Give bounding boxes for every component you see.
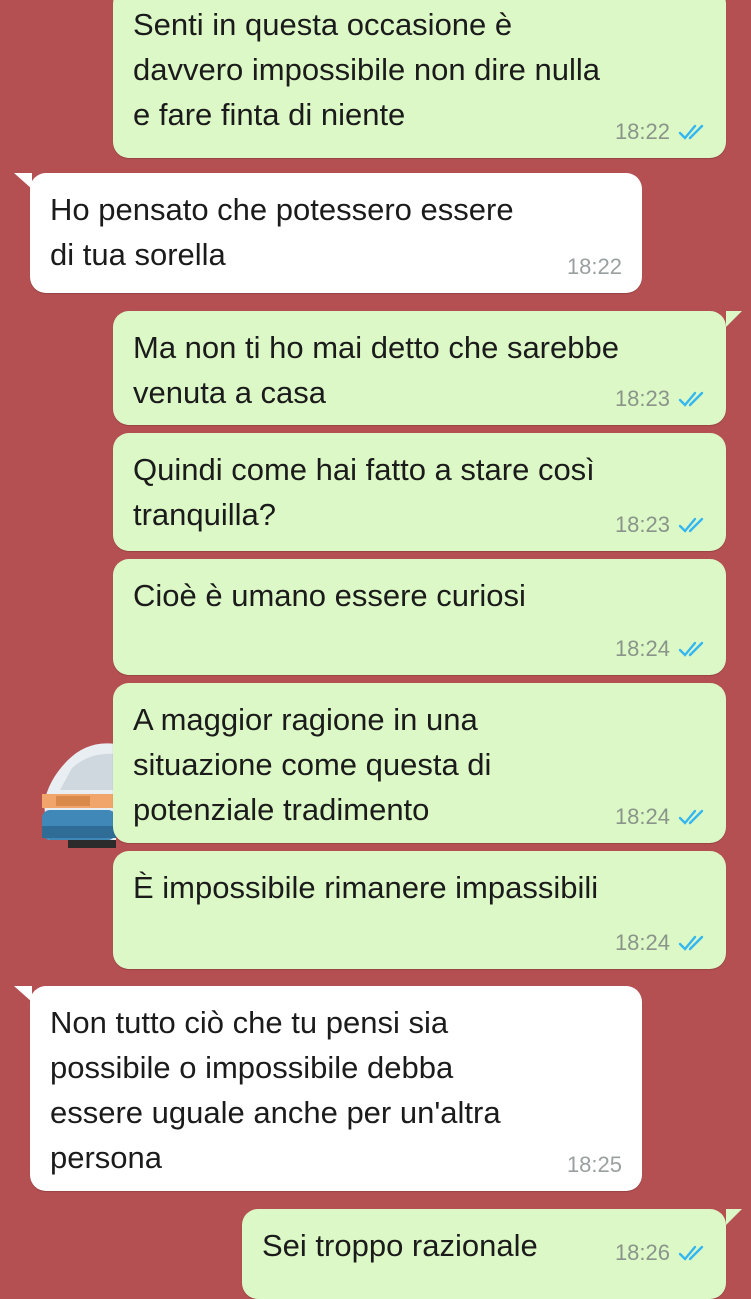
- message-time: 18:24: [614, 636, 670, 661]
- message-bubble-outgoing[interactable]: Ma non ti ho mai detto che sarebbe venut…: [113, 311, 726, 425]
- message-bubble-outgoing[interactable]: Quindi come hai fatto a stare così tranq…: [113, 433, 726, 551]
- double-check-read-icon: [678, 641, 704, 657]
- message-text: Ho pensato che potessero essere di tua s…: [50, 192, 514, 272]
- message-time: 18:25: [566, 1152, 622, 1177]
- message-time: 18:22: [566, 254, 622, 279]
- message-bubble-outgoing[interactable]: È impossibile rimanere impassibili 18:24: [113, 851, 726, 969]
- message-text: Non tutto ciò che tu pensi sia possibile…: [50, 1005, 501, 1175]
- message-text: Senti in questa occasione è davvero impo…: [133, 7, 600, 132]
- message-bubble-outgoing[interactable]: Cioè è umano essere curiosi 18:24: [113, 559, 726, 675]
- message-time: 18:24: [614, 930, 670, 955]
- message-meta: 18:23: [615, 387, 708, 411]
- double-check-read-icon: [678, 124, 704, 140]
- double-check-read-icon: [678, 517, 704, 533]
- message-meta: 18:24: [615, 931, 708, 955]
- message-bubble-outgoing[interactable]: Sei troppo razionale 18:26: [242, 1209, 726, 1299]
- message-bubble-incoming[interactable]: Ho pensato che potessero essere di tua s…: [30, 173, 642, 293]
- message-bubble-outgoing[interactable]: Senti in questa occasione è davvero impo…: [113, 0, 726, 158]
- message-time: 18:23: [614, 512, 670, 537]
- chat-area[interactable]: Senti in questa occasione è davvero impo…: [0, 0, 751, 1299]
- message-meta: 18:26: [615, 1241, 708, 1265]
- message-time: 18:24: [614, 804, 670, 829]
- message-bubble-outgoing[interactable]: A maggior ragione in una situazione come…: [113, 683, 726, 843]
- double-check-read-icon: [678, 391, 704, 407]
- double-check-read-icon: [678, 1245, 704, 1261]
- double-check-read-icon: [678, 935, 704, 951]
- message-bubble-incoming[interactable]: Non tutto ciò che tu pensi sia possibile…: [30, 986, 642, 1191]
- message-text: È impossibile rimanere impassibili: [133, 870, 599, 905]
- bubble-tail: [726, 1209, 742, 1225]
- message-meta: 18:25: [567, 1153, 622, 1177]
- message-time: 18:26: [614, 1240, 670, 1265]
- message-meta: 18:24: [615, 637, 708, 661]
- message-text: Cioè è umano essere curiosi: [133, 578, 526, 613]
- message-meta: 18:22: [567, 255, 622, 279]
- double-check-read-icon: [678, 809, 704, 825]
- bubble-tail: [726, 311, 742, 327]
- message-time: 18:22: [614, 119, 670, 144]
- message-meta: 18:23: [615, 513, 708, 537]
- message-meta: 18:24: [615, 805, 708, 829]
- message-time: 18:23: [614, 386, 670, 411]
- message-meta: 18:22: [615, 120, 708, 144]
